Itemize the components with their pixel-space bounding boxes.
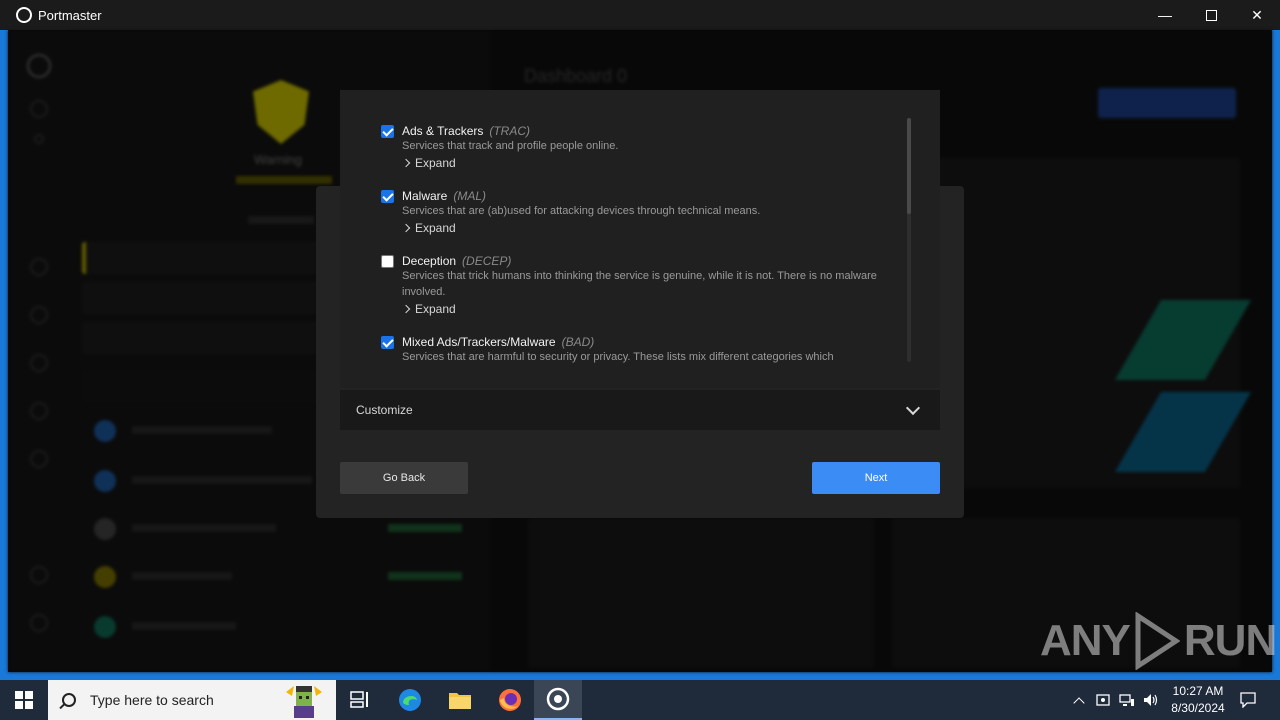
watermark-text-right: RUN	[1183, 616, 1277, 665]
search-icon	[62, 693, 76, 707]
search-placeholder: Type here to search	[90, 692, 214, 708]
meeting-icon	[1096, 694, 1110, 706]
taskbar: Type here to search 10:27 AM 8/30/2024	[0, 680, 1280, 720]
filter-item-description: Services that are (ab)used for attacking…	[402, 205, 761, 217]
filter-item-title: Malware (MAL)	[402, 189, 487, 203]
filter-item-malware: Malware (MAL) Services that are (ab)used …	[381, 189, 901, 239]
chevron-up-icon	[1073, 696, 1085, 709]
window-titlebar: Portmaster — ✕	[0, 0, 1280, 30]
chevron-right-icon	[401, 158, 411, 168]
edge-icon	[399, 689, 421, 711]
taskbar-clock[interactable]: 10:27 AM 8/30/2024	[1160, 683, 1236, 717]
minimize-button[interactable]: —	[1142, 0, 1188, 30]
clock-time: 10:27 AM	[1172, 684, 1224, 698]
window-border-left	[0, 30, 8, 680]
clock-date: 8/30/2024	[1171, 701, 1225, 715]
maximize-button[interactable]	[1188, 0, 1234, 30]
windows-logo-icon	[15, 691, 33, 709]
play-logo-icon	[1135, 612, 1180, 670]
tray-overflow-button[interactable]	[1068, 680, 1090, 720]
expand-button[interactable]: Expand	[401, 221, 456, 235]
filter-item-title: Ads & Trackers (TRAC)	[402, 124, 531, 138]
customize-label: Customize	[356, 403, 413, 417]
chevron-down-icon	[905, 400, 921, 416]
expand-button[interactable]: Expand	[401, 156, 456, 170]
portmaster-taskbar-button[interactable]	[534, 680, 582, 720]
portmaster-icon	[546, 687, 570, 711]
filter-item-deception: Deception (DECEP) Services that trick hum…	[381, 254, 901, 320]
chevron-right-icon	[401, 304, 411, 314]
ads-trackers-checkbox[interactable]	[381, 125, 394, 138]
go-back-button[interactable]: Go Back	[340, 462, 468, 494]
expand-button[interactable]: Expand	[401, 302, 456, 316]
folder-icon	[449, 693, 471, 709]
anyrun-watermark: ANY RUN	[1040, 612, 1277, 670]
taskbar-search[interactable]: Type here to search	[48, 680, 336, 720]
filter-item-description: Services that trick humans into thinking…	[402, 270, 877, 298]
close-button[interactable]: ✕	[1234, 0, 1280, 30]
watermark-text-left: ANY	[1040, 616, 1131, 665]
deception-checkbox[interactable]	[381, 255, 394, 268]
filter-list[interactable]: Ads & Trackers (TRAC) Services that track…	[340, 90, 912, 388]
customize-accordion[interactable]: Customize	[340, 390, 940, 430]
network-icon	[1119, 694, 1134, 706]
filter-list-panel: Ads & Trackers (TRAC) Services that track…	[340, 90, 940, 388]
malware-checkbox[interactable]	[381, 190, 394, 203]
task-view-button[interactable]	[336, 680, 384, 720]
next-button[interactable]: Next	[812, 462, 940, 494]
search-highlight-icon	[286, 686, 322, 718]
notifications-button[interactable]	[1236, 680, 1260, 720]
filter-item-ads-trackers: Ads & Trackers (TRAC) Services that track…	[381, 124, 901, 174]
edge-taskbar-button[interactable]	[386, 680, 434, 720]
maximize-icon	[1205, 9, 1217, 21]
file-explorer-button[interactable]	[436, 680, 484, 720]
filter-item-title: Mixed Ads/Trackers/Malware (BAD)	[402, 335, 595, 349]
filter-item-mixed: Mixed Ads/Trackers/Malware (BAD) Services…	[381, 335, 901, 375]
start-button[interactable]	[0, 680, 48, 720]
filter-item-description: Services that track and profile people o…	[402, 140, 619, 152]
window-border-bottom	[0, 672, 1280, 680]
list-scrollbar[interactable]	[907, 118, 911, 362]
network-button[interactable]	[1116, 680, 1138, 720]
volume-button[interactable]	[1140, 680, 1162, 720]
chevron-right-icon	[401, 223, 411, 233]
window-title: Portmaster	[38, 7, 102, 23]
task-view-icon	[350, 691, 368, 708]
scrollbar-thumb[interactable]	[907, 118, 911, 214]
mixed-checkbox[interactable]	[381, 336, 394, 349]
tray-app-button[interactable]	[1092, 680, 1114, 720]
notification-icon	[1240, 692, 1256, 708]
filter-item-title: Deception (DECEP)	[402, 254, 512, 268]
window-border-right	[1272, 30, 1280, 680]
firefox-taskbar-button[interactable]	[486, 680, 534, 720]
firefox-icon	[499, 689, 521, 711]
portmaster-logo-icon	[16, 7, 32, 23]
speaker-icon	[1144, 694, 1158, 706]
filter-item-description: Services that are harmful to security or…	[402, 351, 834, 363]
